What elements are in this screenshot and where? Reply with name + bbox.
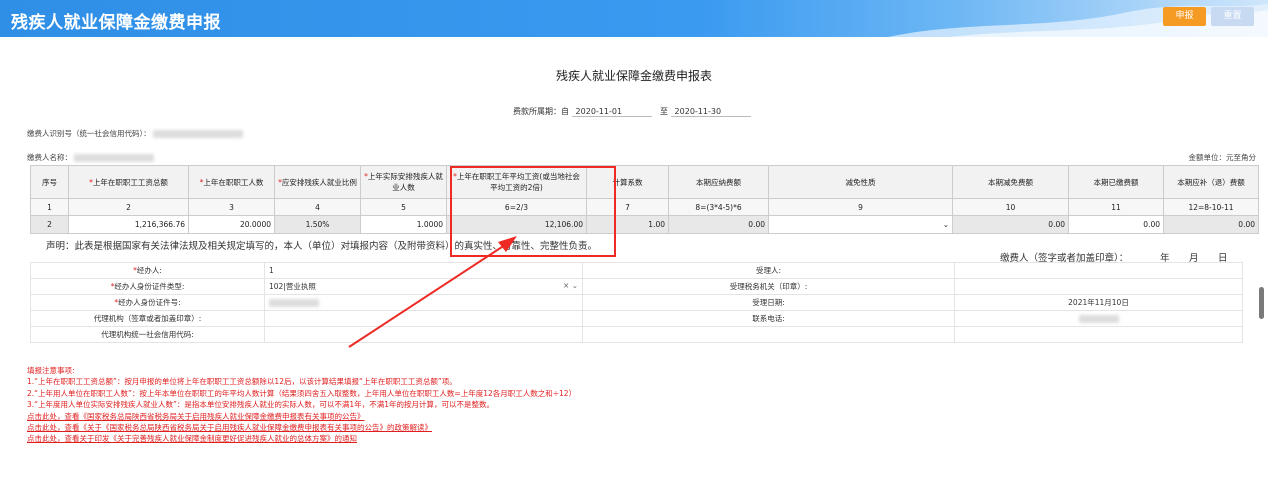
number-cell: 10 <box>952 198 1069 216</box>
agent-table: *经办人: 1 受理人: *经办人身份证件类型: 102|营业执照 × ⌄ 受理税… <box>30 262 1243 343</box>
accept-date-label: 受理日期: <box>582 294 955 311</box>
agency-input[interactable] <box>264 310 583 327</box>
staff-count-input[interactable]: 20.0000 <box>188 215 275 234</box>
fee-input-row: 2 1,216,366.76 20.0000 1.50% 1.0000 12,1… <box>30 215 1259 234</box>
wage-total-input[interactable]: 1,216,366.76 <box>68 215 189 234</box>
agent-row: 代理机构统一社会信用代码: <box>30 326 1243 343</box>
clear-chevron-icon[interactable]: × ⌄ <box>563 281 578 290</box>
chevron-down-icon: ⌄ <box>942 220 949 229</box>
header-cell: 序号 <box>30 165 69 199</box>
reset-button[interactable]: 重置 <box>1211 7 1254 26</box>
number-cell: 9 <box>768 198 953 216</box>
header-cell: *上年在职职工人数 <box>188 165 275 199</box>
number-cell: 2 <box>68 198 189 216</box>
agency-label: 代理机构（签章或者加盖印章）: <box>30 310 265 327</box>
acceptor-value <box>954 262 1243 279</box>
payable-amount-cell: 0.00 <box>668 215 769 234</box>
number-cell: 11 <box>1068 198 1164 216</box>
tax-office-value <box>954 278 1243 295</box>
header-cell: 本期减免费额 <box>952 165 1069 199</box>
fee-header-row: 序号 *上年在职职工工资总额 *上年在职职工人数 *应安排残疾人就业比例 *上年… <box>30 165 1259 199</box>
app-title: 残疾人就业保障金缴费申报 <box>11 13 221 33</box>
payer-id-redacted <box>153 130 244 138</box>
header-cell: 减免性质 <box>768 165 953 199</box>
unit-label: 金额单位：元至角分 <box>1188 153 1257 162</box>
payer-name-row: 缴费人名称： <box>27 152 155 163</box>
header-cell: *上年在职职工工资总额 <box>68 165 189 199</box>
empty-cell <box>582 326 955 343</box>
note-item: 1.“上年在职职工工资总额”：按月申报的单位将上年在职职工工资总额除以12后，以… <box>27 377 457 387</box>
id-type-label: *经办人身份证件类型: <box>30 278 265 295</box>
header-cell: 本期应纳费额 <box>668 165 769 199</box>
period-from-label: 费款所属期：自 <box>513 107 569 116</box>
scrollbar-thumb[interactable] <box>1259 287 1264 319</box>
agency-code-input[interactable] <box>264 326 583 343</box>
number-cell: 3 <box>188 198 275 216</box>
empty-cell <box>954 326 1243 343</box>
accept-date-value: 2021年11月10日 <box>954 294 1243 311</box>
number-cell: 4 <box>274 198 361 216</box>
phone-value <box>954 310 1243 327</box>
disabled-staff-input[interactable]: 1.0000 <box>360 215 447 234</box>
header-cell: 本期应补（退）费额 <box>1163 165 1259 199</box>
notes-section: 填报注意事项: 1.“上年在职职工工资总额”：按月申报的单位将上年在职职工工资总… <box>27 365 576 445</box>
reduction-amount-cell: 0.00 <box>952 215 1069 234</box>
handler-label: *经办人: <box>30 262 265 279</box>
agent-row: *经办人身份证件类型: 102|营业执照 × ⌄ 受理税务机关（印章）: <box>30 278 1243 295</box>
header-cell: *上年实际安排残疾人就业人数 <box>360 165 447 199</box>
agent-row: *经办人: 1 受理人: <box>30 262 1243 279</box>
id-number-input[interactable] <box>264 294 583 311</box>
header-cell: *应安排残疾人就业比例 <box>274 165 361 199</box>
period-to-input[interactable]: 2020-11-30 <box>670 107 751 117</box>
column-number-row: 1 2 3 4 5 6=2/3 7 8=(3*4-5)*6 9 10 11 12… <box>30 198 1259 216</box>
note-item: 2.“上年用人单位在职职工人数”：按上年本单位在职职工的年平均人数计算（结果须四… <box>27 388 577 398</box>
notice-link[interactable]: 点击此处，查看《国家税务总局陕西省税务局关于启用残疾人就业保障金缴费申报表有关事… <box>27 411 576 422</box>
tax-office-label: 受理税务机关（印章）: <box>582 278 955 295</box>
number-cell: 8=(3*4-5)*6 <box>668 198 769 216</box>
acceptor-label: 受理人: <box>582 262 955 279</box>
reduction-type-select[interactable]: ⌄ <box>768 215 953 234</box>
header-bar: 残疾人就业保障金缴费申报 申报 重置 <box>0 0 1268 37</box>
paid-amount-input[interactable]: 0.00 <box>1068 215 1164 234</box>
quota-ratio-cell: 1.50% <box>274 215 361 234</box>
form-title: 残疾人就业保障金缴费申报表 <box>555 69 712 83</box>
agency-code-label: 代理机构统一社会信用代码: <box>30 326 265 343</box>
refund-amount-cell: 0.00 <box>1163 215 1259 234</box>
number-cell: 1 <box>30 198 69 216</box>
policy-interpretation-link[interactable]: 点击此处，查看《关于《国家税务总局陕西省税务局关于启用残疾人就业保障金缴费申报表… <box>27 422 576 433</box>
payer-id-label: 缴费人识别号（统一社会信用代码）： <box>27 129 151 138</box>
id-type-select[interactable]: 102|营业执照 × ⌄ <box>264 278 583 295</box>
submit-button[interactable]: 申报 <box>1163 7 1206 26</box>
note-item: 3.“上年度用人单位实际安排残疾人就业人数”：是指本单位安排残疾人就业的实际人数… <box>27 400 494 410</box>
handler-input[interactable]: 1 <box>264 262 583 279</box>
phone-label: 联系电话: <box>582 310 955 327</box>
payer-id-row: 缴费人识别号（统一社会信用代码）： <box>27 128 244 139</box>
period-to: 至 2020-11-30 <box>660 106 751 117</box>
row-index: 2 <box>30 215 69 234</box>
highlight-box <box>450 166 616 257</box>
payer-name-redacted <box>74 154 155 162</box>
payer-name-label: 缴费人名称： <box>27 153 72 162</box>
period-range: 费款所属期：自 2020-11-01 <box>513 106 652 117</box>
agent-row: 代理机构（签章或者加盖印章）: 联系电话: <box>30 310 1243 327</box>
agent-row: *经办人身份证件号: 受理日期: 2021年11月10日 <box>30 294 1243 311</box>
period-to-label: 至 <box>660 107 668 116</box>
plan-notice-link[interactable]: 点击此处，查看关于印发《关于完善残疾人就业保障金制度更好促进残疾人就业的总体方案… <box>27 433 576 444</box>
header-cell: 本期已缴费额 <box>1068 165 1164 199</box>
number-cell: 12=8-10-11 <box>1163 198 1259 216</box>
number-cell: 5 <box>360 198 447 216</box>
fee-table: 序号 *上年在职职工工资总额 *上年在职职工人数 *应安排残疾人就业比例 *上年… <box>30 165 1259 234</box>
period-from-input[interactable]: 2020-11-01 <box>571 107 652 117</box>
id-number-label: *经办人身份证件号: <box>30 294 265 311</box>
notes-title: 填报注意事项: <box>27 366 75 375</box>
